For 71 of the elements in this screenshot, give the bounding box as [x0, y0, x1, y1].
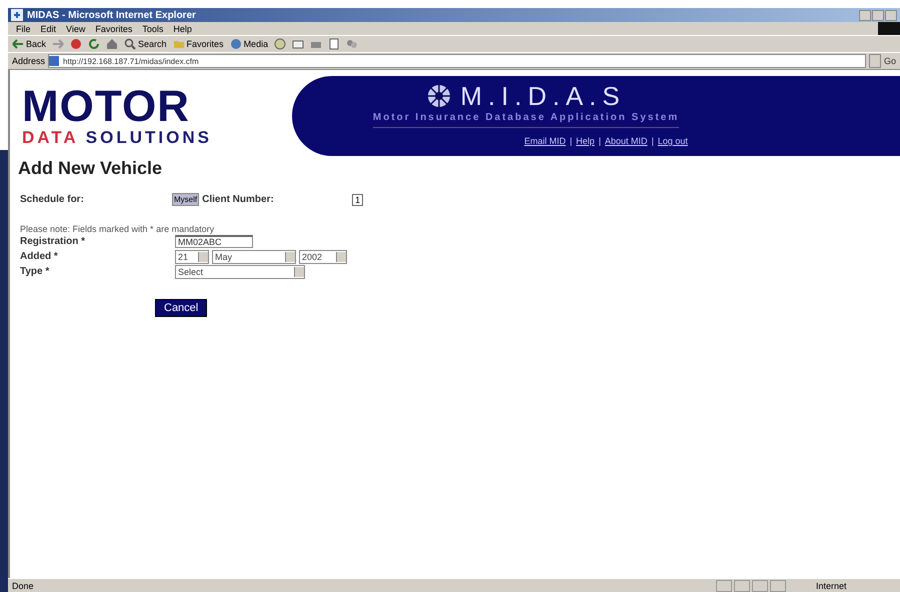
menu-item[interactable]: Help	[173, 24, 192, 34]
mandatory-note: Please note: Fields marked with * are mandatory	[19, 224, 216, 234]
search-icon	[124, 38, 136, 50]
schedule-button[interactable]: Myself	[172, 193, 200, 206]
toolbar-button[interactable]	[274, 38, 286, 50]
clock-icon	[274, 38, 286, 50]
page-heading: Add New Vehicle	[18, 158, 164, 179]
app-name: M.I.D.A.S	[460, 82, 626, 110]
field-label: Added *	[20, 251, 59, 262]
address-label: Address	[12, 56, 46, 66]
field-label: Type *	[20, 266, 50, 277]
header-link[interactable]: Log out	[658, 136, 688, 146]
toolbar-button[interactable]	[292, 38, 304, 50]
arrow-icon	[52, 39, 64, 49]
toolbar-button[interactable]	[328, 38, 340, 50]
link-separator: |	[651, 136, 654, 146]
logo-text: MOTOR	[22, 85, 191, 129]
month-select[interactable]: May	[212, 250, 296, 264]
cancel-button[interactable]: Cancel	[155, 299, 208, 317]
year-select[interactable]: 2002	[299, 250, 347, 264]
envelope-icon	[292, 38, 304, 50]
toolbar-button[interactable]: Search	[124, 38, 167, 50]
page-icon	[328, 38, 340, 50]
menu-item[interactable]: View	[66, 24, 86, 34]
link-separator: |	[598, 136, 601, 146]
home-icon	[106, 38, 118, 50]
header-link[interactable]: Help	[576, 136, 595, 146]
folder-icon	[172, 38, 185, 50]
toolbar-button[interactable]	[70, 38, 82, 50]
minimize-button[interactable]	[859, 10, 871, 20]
link-separator: |	[570, 136, 572, 146]
header-link[interactable]: Email MID	[524, 136, 566, 146]
browser-icon	[11, 9, 23, 21]
menu-item[interactable]: Edit	[40, 24, 56, 34]
window-title: MIDAS - Microsoft Internet Explorer	[27, 10, 196, 20]
address-field[interactable]: http://192.168.187.71/midas/index.cfm	[48, 54, 866, 68]
maximize-button[interactable]	[872, 10, 884, 20]
client-number-field[interactable]: 1	[352, 194, 364, 206]
field-label: Client Number:	[202, 194, 275, 205]
people-icon	[346, 38, 358, 50]
header-link[interactable]: About MID	[604, 136, 648, 146]
toolbar-button[interactable]: Back	[12, 39, 46, 49]
snowflake-icon	[426, 83, 452, 109]
toolbar-button[interactable]: Favorites	[172, 38, 224, 50]
refresh-icon	[88, 38, 100, 50]
input-field[interactable]: MM02ABC	[175, 235, 253, 248]
toolbar-button[interactable]: Media	[230, 38, 268, 50]
toolbar-button[interactable]	[106, 38, 118, 50]
status-panel	[752, 580, 768, 592]
day-select[interactable]: 21	[175, 250, 209, 264]
status-text: Done	[12, 580, 34, 590]
stop-icon	[70, 38, 82, 50]
close-button[interactable]	[885, 10, 897, 20]
type-select[interactable]: Select	[175, 264, 305, 278]
menu-item[interactable]: Tools	[142, 24, 164, 34]
field-label: Schedule for:	[20, 194, 85, 205]
status-panel	[734, 580, 750, 592]
arrow-icon	[12, 39, 24, 49]
status-panel	[770, 580, 786, 592]
globe-icon	[230, 38, 242, 50]
toolbar-button[interactable]	[346, 38, 358, 50]
logo-text: DATA	[22, 128, 78, 147]
menu-item[interactable]: Favorites	[95, 24, 132, 34]
go-button[interactable]: Go	[884, 56, 896, 66]
status-panel	[716, 580, 732, 592]
logo-text: SOLUTIONS	[86, 128, 212, 147]
toolbar-button[interactable]	[88, 38, 100, 50]
field-label: Registration *	[20, 236, 86, 247]
zone-indicator: Internet	[816, 580, 848, 590]
menu-item[interactable]: File	[16, 24, 31, 34]
app-subtitle: Motor Insurance Database Application System	[372, 112, 680, 128]
